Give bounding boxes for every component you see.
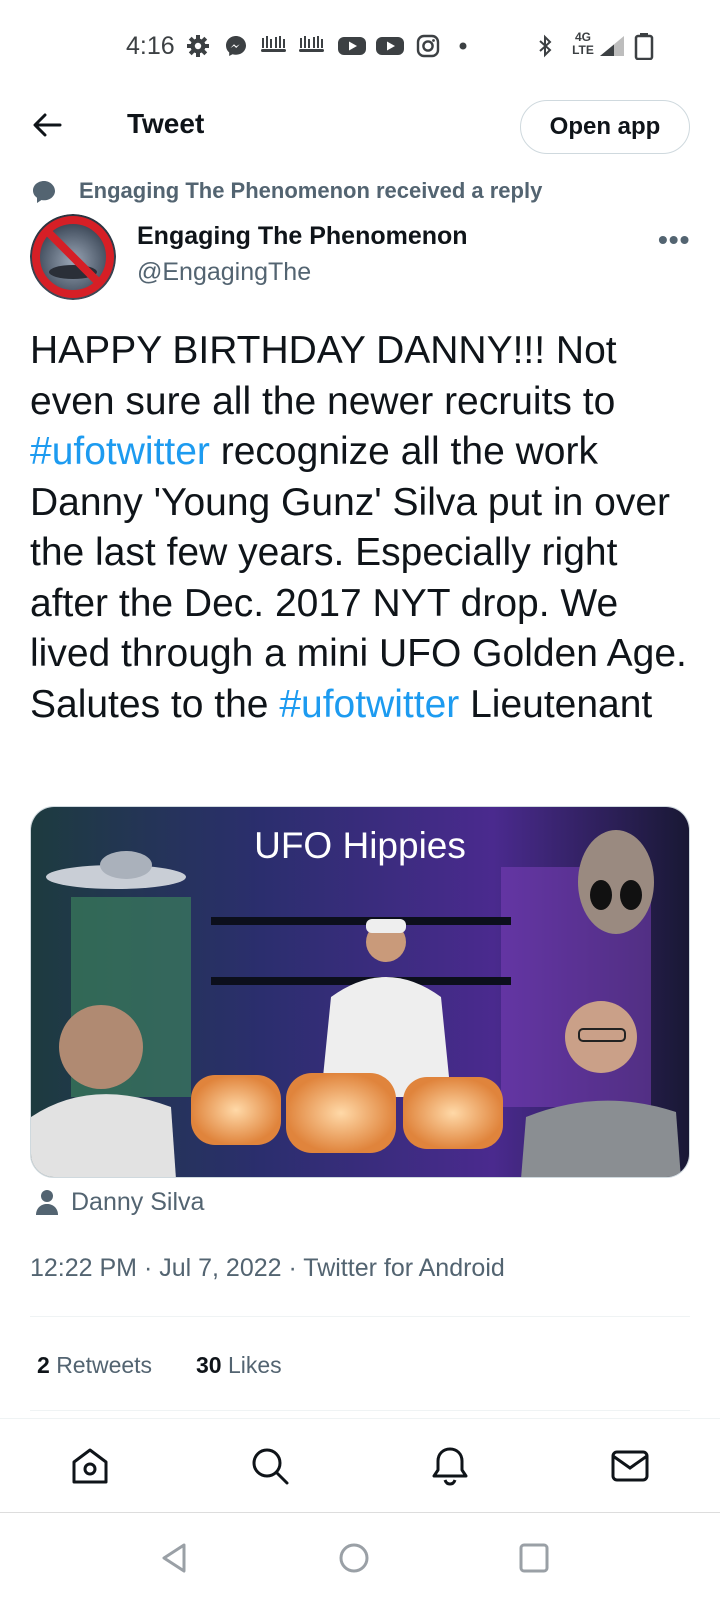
notifications-icon[interactable] — [428, 1444, 472, 1488]
tagged-user[interactable]: Danny Silva — [71, 1188, 204, 1217]
search-icon[interactable] — [248, 1444, 292, 1488]
more-options-button[interactable]: ••• — [658, 224, 690, 256]
status-time: 4:16 — [126, 32, 175, 60]
media-title-text: UFO Hippies — [254, 825, 466, 866]
home-icon[interactable] — [68, 1444, 112, 1488]
tweet-text-part: HAPPY BIRTHDAY DANNY!!! Not even sure al… — [30, 329, 617, 423]
signal-icon — [600, 36, 624, 56]
tweet-text-part: Lieutenant — [459, 682, 653, 726]
bluetooth-icon — [539, 34, 552, 58]
author-handle[interactable]: @EngagingThe — [137, 258, 311, 287]
gear-icon — [187, 35, 209, 57]
person-icon — [36, 1190, 58, 1215]
instagram-icon — [416, 34, 440, 58]
retweets-count: 2 — [37, 1352, 50, 1378]
divider — [30, 1316, 690, 1317]
network-label: 4G LTE — [572, 30, 594, 57]
hashtag-link[interactable]: #ufotwitter — [279, 683, 459, 726]
back-icon[interactable] — [156, 1540, 192, 1576]
youtube-icon — [376, 37, 404, 55]
back-arrow-icon[interactable] — [30, 108, 64, 142]
tweet-media-image[interactable]: UFO Hippies — [30, 806, 690, 1178]
open-app-button[interactable]: Open app — [520, 100, 690, 154]
youtube-icon — [338, 37, 366, 55]
divider — [30, 1410, 690, 1411]
dot-icon — [459, 42, 467, 50]
messenger-icon — [226, 36, 246, 56]
tweet-text-part: recognize all the work Danny 'Young Gunz… — [30, 430, 687, 726]
kick-icon — [299, 36, 324, 52]
author-name[interactable]: Engaging The Phenomenon — [137, 222, 468, 251]
reply-context[interactable]: Engaging The Phenomenon received a reply — [79, 178, 542, 204]
home-circle-icon[interactable] — [336, 1540, 372, 1576]
reply-bubble-icon — [33, 181, 55, 203]
retweets-label: Retweets — [56, 1352, 153, 1378]
avatar-image — [30, 214, 116, 300]
messages-icon[interactable] — [608, 1444, 652, 1488]
likes-count: 30 — [196, 1352, 222, 1378]
status-bar: 4:16 4G LTE — [0, 0, 720, 95]
retweets-stat[interactable]: 2 Retweets — [37, 1352, 152, 1379]
recents-icon[interactable] — [516, 1540, 552, 1576]
battery-icon — [634, 33, 654, 60]
tweet-text: HAPPY BIRTHDAY DANNY!!! Not even sure al… — [30, 326, 700, 730]
likes-label: Likes — [227, 1352, 282, 1378]
likes-stat[interactable]: 30 Likes — [196, 1352, 282, 1379]
tweet-meta: 12:22 PM · Jul 7, 2022 · Twitter for And… — [30, 1254, 505, 1282]
hashtag-link[interactable]: #ufotwitter — [30, 430, 210, 473]
page-title: Tweet — [127, 108, 205, 139]
avatar[interactable] — [30, 214, 116, 300]
kick-icon — [261, 36, 286, 52]
